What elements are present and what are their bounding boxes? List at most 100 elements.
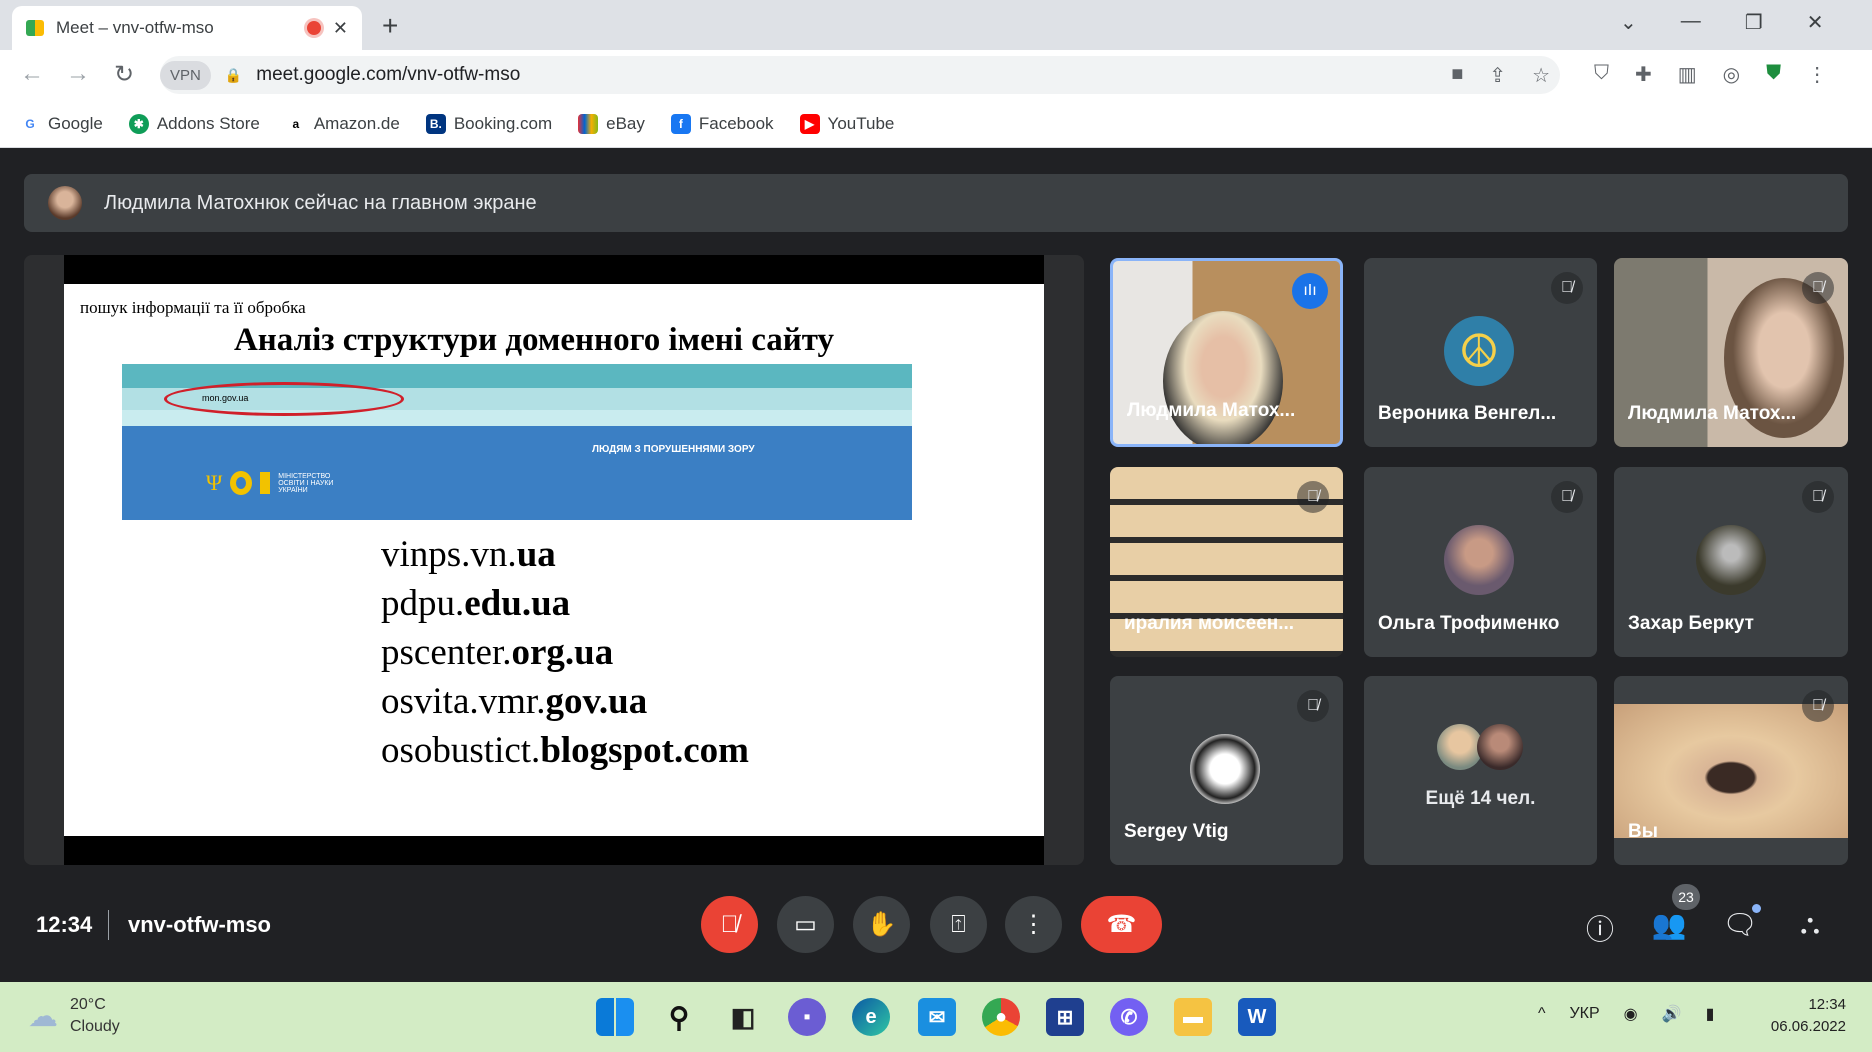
search-icon[interactable]: ⚲ bbox=[660, 998, 698, 1036]
participant-avatar bbox=[1444, 525, 1514, 595]
info-icon[interactable]: ⓘ bbox=[1580, 908, 1620, 948]
participant-name: иралия моисеен... bbox=[1124, 613, 1295, 634]
participant-count-badge: 23 bbox=[1672, 884, 1700, 910]
domain-item: osobustict.blogspot.com bbox=[381, 730, 749, 771]
url-text: meet.google.com/vnv-otfw-mso bbox=[256, 64, 521, 85]
slide-content: пошук інформації та її обробка Аналіз ст… bbox=[64, 284, 1044, 836]
back-icon[interactable]: ← bbox=[20, 60, 44, 88]
more-options-button[interactable]: ⋮ bbox=[1005, 896, 1062, 953]
participant-name: Вероника Венгел... bbox=[1378, 403, 1557, 424]
presenter-banner: Людмила Матохнюк сейчас на главном экран… bbox=[24, 174, 1848, 232]
battery-icon[interactable]: ▮ bbox=[1706, 1004, 1715, 1024]
banner-text: Людмила Матохнюк сейчас на главном экран… bbox=[104, 191, 537, 214]
domain-item: vinps.vn.ua bbox=[381, 534, 556, 575]
participant-tile[interactable]: 🎙̸ Людмила Матох... bbox=[1614, 258, 1848, 447]
chat-icon[interactable]: 🗨 bbox=[1720, 908, 1760, 941]
teams-chat-icon[interactable]: ▪ bbox=[788, 998, 826, 1036]
reload-icon[interactable]: ↻ bbox=[114, 60, 134, 89]
slide-title: Аналіз структури доменного імені сайту bbox=[233, 322, 835, 358]
participant-tile[interactable]: 🎙̸ Ольга Трофименко bbox=[1364, 467, 1597, 657]
start-icon[interactable] bbox=[596, 998, 634, 1036]
task-view-icon[interactable]: ◧ bbox=[724, 998, 762, 1036]
participant-name: Людмила Матох... bbox=[1628, 403, 1797, 424]
puzzle-icon[interactable]: ✚ bbox=[1635, 62, 1652, 87]
participant-tile[interactable]: 🎙̸ иралия моисеен... bbox=[1110, 467, 1343, 657]
embedded-screenshot: mon.gov.ua ЛЮДЯМ З ПОРУШЕННЯМИ ЗОРУ Ψ МІ… bbox=[122, 364, 912, 520]
volume-icon[interactable]: 🔊 bbox=[1662, 1004, 1682, 1024]
forward-icon[interactable]: → bbox=[66, 60, 90, 88]
extension-icons: ■ ⇪ ☆ bbox=[1451, 63, 1560, 88]
people-icon[interactable]: 👥 bbox=[1649, 908, 1689, 941]
mic-off-icon: 🎙̸ bbox=[1802, 272, 1834, 304]
language-indicator[interactable]: УКР bbox=[1570, 1005, 1600, 1023]
camera-icon[interactable]: ■ bbox=[1451, 63, 1463, 88]
menu-icon[interactable]: ⋮ bbox=[1807, 62, 1827, 87]
google-icon: G bbox=[25, 116, 35, 131]
bookmark-ebay[interactable]: eBay bbox=[578, 113, 645, 134]
domain-item: osvita.vmr.gov.ua bbox=[381, 681, 648, 722]
bookmark-addons[interactable]: ✱ Addons Store bbox=[128, 113, 260, 134]
edge-icon[interactable]: e bbox=[852, 998, 890, 1036]
presenter-avatar bbox=[48, 186, 82, 220]
participant-avatar: ☮ bbox=[1444, 316, 1514, 386]
mic-off-icon: 🎙̸ bbox=[1802, 481, 1834, 513]
domain-item: pdpu.edu.ua bbox=[381, 583, 571, 624]
chrome-icon[interactable]: ● bbox=[982, 998, 1020, 1036]
minimize-icon[interactable]: — bbox=[1681, 10, 1701, 35]
raise-hand-button[interactable]: ✋ bbox=[853, 896, 910, 953]
recording-icon bbox=[306, 21, 321, 35]
participant-tile[interactable]: ıIı Людмила Матох... bbox=[1110, 258, 1343, 447]
chevron-down-icon[interactable]: ⌄ bbox=[1620, 10, 1637, 35]
participant-name: Sergey Vtig bbox=[1124, 821, 1229, 842]
close-tab-icon[interactable]: ✕ bbox=[333, 18, 348, 39]
new-tab-button[interactable]: + bbox=[382, 10, 398, 42]
present-button[interactable]: ⍐ bbox=[930, 896, 987, 953]
store-icon[interactable]: ⊞ bbox=[1046, 998, 1084, 1036]
viber-icon[interactable]: ✆ bbox=[1110, 998, 1148, 1036]
word-icon[interactable]: W bbox=[1238, 998, 1276, 1036]
lock-icon: 🔒 bbox=[224, 66, 243, 83]
wifi-icon[interactable]: ◉ bbox=[1624, 1004, 1638, 1024]
participant-name: Людмила Матох... bbox=[1127, 400, 1296, 421]
address-bar[interactable]: VPN 🔒 meet.google.com/vnv-otfw-mso ■ ⇪ ☆ bbox=[160, 56, 1560, 94]
vpn-badge[interactable]: VPN bbox=[160, 60, 211, 90]
mail-icon[interactable]: ✉ bbox=[918, 998, 956, 1036]
bookmark-amazon[interactable]: a Amazon.de bbox=[286, 114, 400, 134]
sidebar-icon[interactable]: ▥ bbox=[1678, 62, 1697, 87]
profile-icon[interactable]: ◎ bbox=[1723, 62, 1740, 87]
bookmark-google[interactable]: G Google bbox=[20, 114, 103, 134]
more-participants-label: Ещё 14 чел. bbox=[1425, 788, 1536, 809]
file-explorer-icon[interactable]: ▬ bbox=[1174, 998, 1212, 1036]
mic-off-icon: 🎙̸ bbox=[1297, 690, 1329, 722]
amazon-icon: a bbox=[292, 116, 300, 131]
tab-meet[interactable]: Meet – vnv-otfw-mso ✕ bbox=[12, 6, 362, 50]
clock[interactable]: 12:34 06.06.2022 bbox=[1756, 994, 1846, 1038]
close-window-icon[interactable]: ✕ bbox=[1807, 10, 1824, 35]
end-call-button[interactable]: ☎ bbox=[1081, 896, 1162, 953]
weather-widget[interactable]: ☁ 20°C Cloudy bbox=[28, 994, 120, 1038]
ministry-logo: Ψ МІНІСТЕРСТВО ОСВІТИ І НАУКИ УКРАЇНИ bbox=[206, 470, 334, 495]
star-icon[interactable]: ☆ bbox=[1532, 63, 1550, 88]
participant-name: Вы bbox=[1628, 821, 1658, 842]
system-tray: ^ УКР ◉ 🔊 ▮ bbox=[1538, 1004, 1714, 1024]
more-participants-tile[interactable]: Ещё 14 чел. bbox=[1364, 676, 1597, 865]
bookmark-booking[interactable]: B. Booking.com bbox=[425, 113, 552, 134]
mic-toggle-button[interactable]: 🎙̸ bbox=[701, 896, 758, 953]
participant-tile[interactable]: 🎙̸ Захар Беркут bbox=[1614, 467, 1848, 657]
restore-icon[interactable]: ❐ bbox=[1745, 10, 1763, 35]
security-icon[interactable]: ⛊ bbox=[1766, 62, 1781, 87]
self-tile[interactable]: 🎙̸ Вы bbox=[1614, 676, 1848, 865]
participant-avatar bbox=[1477, 724, 1523, 770]
participant-tile[interactable]: ☮ 🎙̸ Вероника Венгел... bbox=[1364, 258, 1597, 447]
shield-icon[interactable]: ⛉ bbox=[1594, 62, 1609, 87]
chevron-up-icon[interactable]: ^ bbox=[1538, 1005, 1546, 1023]
bookmark-youtube[interactable]: ▶ YouTube bbox=[799, 113, 894, 134]
embedded-site-text: ЛЮДЯМ З ПОРУШЕННЯМИ ЗОРУ bbox=[592, 444, 755, 455]
camera-toggle-button[interactable]: ▭ bbox=[777, 896, 834, 953]
window-controls: ⌄ — ❐ ✕ bbox=[1620, 10, 1823, 35]
participant-tile[interactable]: 🎙̸ Sergey Vtig bbox=[1110, 676, 1343, 865]
tab-bar: Meet – vnv-otfw-mso ✕ + ⌄ — ❐ ✕ bbox=[0, 0, 1872, 50]
bookmark-facebook[interactable]: f Facebook bbox=[670, 113, 774, 134]
activities-icon[interactable]: ⛬ bbox=[1790, 908, 1830, 941]
share-icon[interactable]: ⇪ bbox=[1489, 63, 1506, 88]
